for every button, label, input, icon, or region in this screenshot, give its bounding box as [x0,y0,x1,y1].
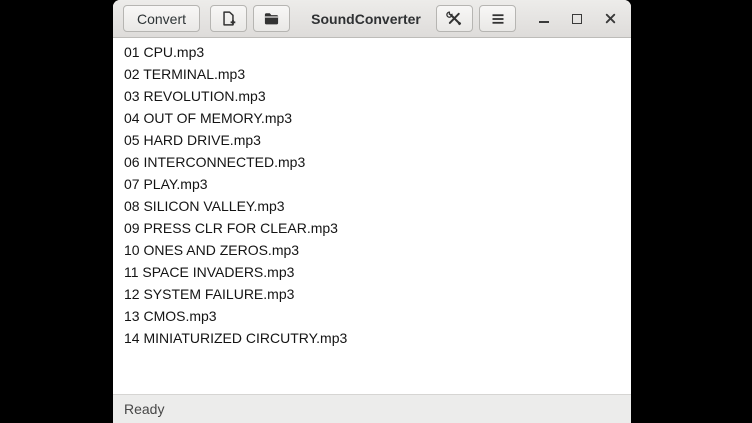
list-item[interactable]: 12 SYSTEM FAILURE.mp3 [113,283,631,305]
add-folder-icon [263,10,280,27]
status-bar: Ready [113,394,631,423]
list-item[interactable]: 07 PLAY.mp3 [113,173,631,195]
list-item[interactable]: 08 SILICON VALLEY.mp3 [113,195,631,217]
headerbar-right-group [436,5,621,32]
list-item[interactable]: 05 HARD DRIVE.mp3 [113,129,631,151]
minimize-icon [539,21,549,23]
maximize-icon [572,14,582,24]
convert-button[interactable]: Convert [123,5,200,32]
hamburger-menu-icon [490,11,506,27]
list-item[interactable]: 14 MINIATURIZED CIRCUTRY.mp3 [113,327,631,349]
list-item[interactable]: 09 PRESS CLR FOR CLEAR.mp3 [113,217,631,239]
menu-button[interactable] [479,5,516,32]
list-item[interactable]: 02 TERMINAL.mp3 [113,63,631,85]
headerbar: Convert SoundConverter [113,0,631,38]
close-icon [604,12,617,25]
list-item[interactable]: 11 SPACE INVADERS.mp3 [113,261,631,283]
status-text: Ready [124,401,164,417]
preferences-icon [446,10,463,27]
list-item[interactable]: 01 CPU.mp3 [113,41,631,63]
soundconverter-window: Convert SoundConverter [113,0,631,423]
close-button[interactable] [599,6,621,32]
list-item[interactable]: 03 REVOLUTION.mp3 [113,85,631,107]
preferences-button[interactable] [436,5,473,32]
list-item[interactable]: 13 CMOS.mp3 [113,305,631,327]
minimize-button[interactable] [533,6,555,32]
window-title: SoundConverter [296,11,436,27]
file-list: 01 CPU.mp302 TERMINAL.mp303 REVOLUTION.m… [113,38,631,394]
maximize-button[interactable] [566,6,588,32]
add-file-icon [220,10,237,27]
add-folder-button[interactable] [253,5,290,32]
list-item[interactable]: 06 INTERCONNECTED.mp3 [113,151,631,173]
add-file-button[interactable] [210,5,247,32]
list-item[interactable]: 10 ONES AND ZEROS.mp3 [113,239,631,261]
list-item[interactable]: 04 OUT OF MEMORY.mp3 [113,107,631,129]
